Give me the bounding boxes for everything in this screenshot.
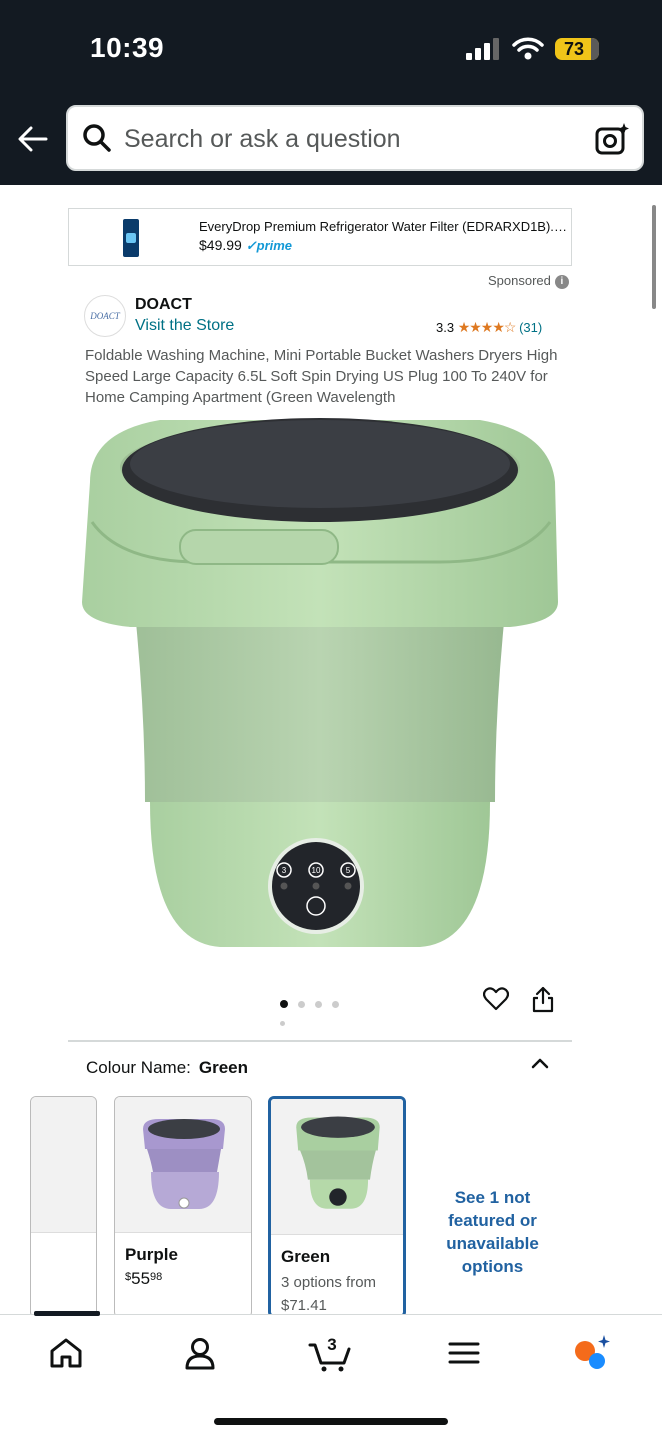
colour-option-green[interactable]: Green 3 options from $71.41 xyxy=(268,1096,406,1318)
colour-option-price: $5598 xyxy=(125,1269,163,1288)
panel-label-3: 5 xyxy=(346,866,351,875)
sponsored-label: Sponsored i xyxy=(488,273,569,289)
colour-name-label: Colour Name: Green xyxy=(86,1058,249,1077)
colour-option-image xyxy=(271,1099,403,1235)
colour-option-name: Purple xyxy=(125,1245,178,1264)
active-tab-indicator xyxy=(34,1311,100,1316)
home-icon[interactable] xyxy=(46,1333,86,1373)
image-carousel-dots[interactable] xyxy=(280,995,360,1026)
green-washer-thumbnail xyxy=(296,1116,380,1209)
ad-product-image xyxy=(123,219,139,257)
carousel-dot[interactable] xyxy=(315,1001,322,1008)
colour-option-image xyxy=(31,1097,96,1233)
status-bar: 10:39 73 xyxy=(0,0,662,96)
info-icon[interactable]: i xyxy=(554,274,569,289)
purple-washer-thumbnail xyxy=(143,1119,225,1209)
brand-logo[interactable]: DOACT xyxy=(84,295,126,337)
panel-label-1: 3 xyxy=(282,866,287,875)
ad-title: EveryDrop Premium Refrigerator Water Fil… xyxy=(199,219,569,234)
sponsored-ad-banner[interactable]: EveryDrop Premium Refrigerator Water Fil… xyxy=(68,208,572,266)
cart-icon[interactable]: 3 xyxy=(308,1333,354,1373)
rufus-assistant-icon[interactable] xyxy=(572,1333,612,1373)
rating-value: 3.3 xyxy=(436,320,455,335)
colour-option-details: 3 options from $71.41 xyxy=(281,1274,377,1314)
wifi-icon xyxy=(512,37,544,60)
wishlist-heart-icon[interactable] xyxy=(483,986,509,1012)
carousel-dot[interactable] xyxy=(280,1021,285,1026)
status-time: 10:39 xyxy=(90,32,165,63)
carousel-dot[interactable] xyxy=(298,1001,305,1008)
prime-badge: ✓prime xyxy=(245,238,293,253)
camera-search-icon[interactable] xyxy=(594,121,630,157)
rating-summary[interactable]: 3.3 ★★★★☆ (31) xyxy=(436,319,542,336)
product-title: Foldable Washing Machine, Mini Portable … xyxy=(85,347,558,406)
colour-option-name: Green xyxy=(281,1247,331,1266)
back-arrow-icon[interactable] xyxy=(16,122,50,156)
search-icon xyxy=(83,124,111,152)
app-header: Search or ask a question xyxy=(0,96,662,185)
cart-count: 3 xyxy=(327,1335,336,1354)
brand-name: DOACT xyxy=(135,296,192,313)
account-icon[interactable] xyxy=(180,1333,220,1373)
scrollbar[interactable] xyxy=(652,205,656,309)
panel-label-2: 10 xyxy=(312,866,321,875)
battery-indicator: 73 xyxy=(555,38,599,60)
rating-stars: ★★★★☆ xyxy=(457,319,517,335)
see-unavailable-options-link[interactable]: See 1 not featured or unavailable option… xyxy=(430,1186,555,1278)
home-indicator xyxy=(214,1418,448,1425)
share-icon[interactable] xyxy=(530,985,556,1013)
cellular-signal-icon xyxy=(466,38,499,60)
carousel-dot[interactable] xyxy=(332,1001,339,1008)
menu-icon[interactable] xyxy=(444,1333,484,1373)
search-bar[interactable]: Search or ask a question xyxy=(66,105,644,171)
colour-option-partial[interactable] xyxy=(30,1096,97,1318)
selected-colour: Green xyxy=(198,1058,249,1077)
product-image[interactable]: 3 10 5 xyxy=(80,412,560,952)
carousel-dot[interactable] xyxy=(280,1000,288,1008)
search-input[interactable]: Search or ask a question xyxy=(124,125,401,154)
rating-count[interactable]: (31) xyxy=(519,320,542,335)
ad-price: $49.99 xyxy=(199,237,242,253)
ad-price-row: $49.99 ✓prime xyxy=(199,237,292,254)
colour-option-image xyxy=(115,1097,251,1233)
chevron-up-icon[interactable] xyxy=(530,1054,550,1072)
visit-store-link[interactable]: Visit the Store xyxy=(135,317,234,335)
colour-option-purple[interactable]: Purple $5598 xyxy=(114,1096,252,1318)
section-divider xyxy=(68,1040,572,1042)
